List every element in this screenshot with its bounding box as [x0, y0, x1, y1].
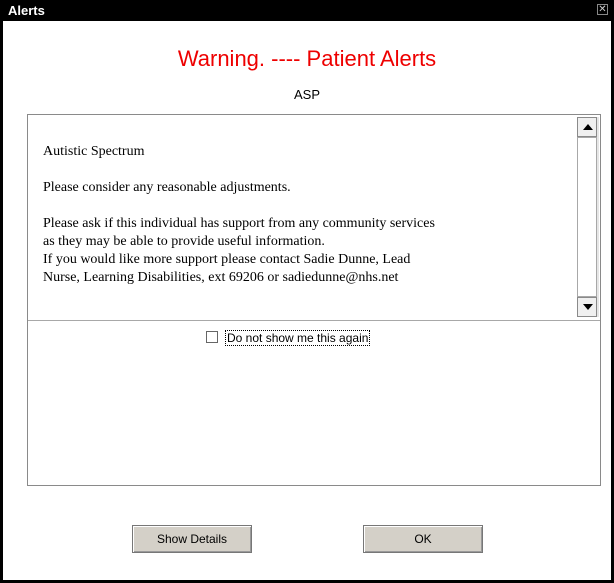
title-bar[interactable]: Alerts ✕	[3, 0, 611, 21]
close-icon[interactable]: ✕	[597, 4, 608, 15]
window-title: Alerts	[8, 3, 45, 18]
scroll-down-button[interactable]	[577, 297, 597, 317]
show-details-button[interactable]: Show Details	[132, 525, 252, 553]
panel-divider	[28, 320, 600, 321]
alert-text-area[interactable]: Autistic Spectrum Please consider any re…	[28, 115, 576, 320]
alert-code: ASP	[293, 87, 320, 102]
alert-panel: Autistic Spectrum Please consider any re…	[27, 114, 601, 486]
chevron-up-icon	[583, 124, 593, 130]
dont-show-again-checkbox[interactable]	[206, 331, 218, 343]
vertical-scrollbar[interactable]	[577, 117, 599, 317]
alerts-dialog: Alerts ✕ Warning. ---- Patient Alerts AS…	[0, 0, 614, 583]
chevron-down-icon	[583, 304, 593, 310]
scroll-thumb[interactable]	[577, 137, 597, 297]
alert-heading: Warning. ---- Patient Alerts	[177, 46, 437, 71]
alert-text: Autistic Spectrum Please consider any re…	[43, 144, 435, 285]
ok-button[interactable]: OK	[363, 525, 483, 553]
dont-show-again-label[interactable]: Do not show me this again	[225, 330, 371, 346]
scroll-up-button[interactable]	[577, 117, 597, 137]
